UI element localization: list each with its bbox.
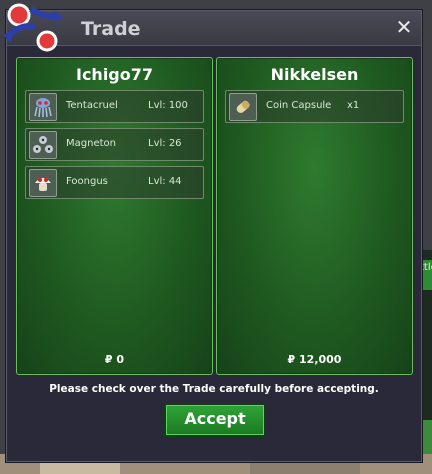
window-title: Trade xyxy=(81,18,141,40)
offer-item[interactable]: Tentacruel Lvl: 100 xyxy=(25,90,204,123)
accept-button[interactable]: Accept xyxy=(164,403,266,437)
trade-window: Trade ✕ Ichigo77 Tentacruel Lvl: 100 Mag… xyxy=(3,3,422,462)
pokemon-name: Magneton xyxy=(66,138,116,149)
offer-item[interactable]: Foongus Lvl: 44 xyxy=(25,166,204,199)
money-offer: ₽ 12,000 xyxy=(287,353,342,366)
offer-item[interactable]: Coin Capsule x1 xyxy=(225,90,404,123)
pokemon-level: Lvl: 100 xyxy=(148,100,188,111)
trade-notice: Please check over the Trade carefully be… xyxy=(49,383,379,395)
pokemon-name: Tentacruel xyxy=(66,100,118,111)
offer-list: Coin Capsule x1 xyxy=(225,90,404,128)
close-icon[interactable]: ✕ xyxy=(394,17,414,37)
offer-list: Tentacruel Lvl: 100 Magneton Lvl: 26 Foo… xyxy=(25,90,204,204)
pokemon-level: Lvl: 44 xyxy=(148,176,182,187)
my-offer-panel: Ichigo77 Tentacruel Lvl: 100 Magneton Lv… xyxy=(16,57,213,375)
pokemon-name: Foongus xyxy=(66,176,108,187)
pokemon-level: Lvl: 26 xyxy=(148,138,182,149)
magneton-icon xyxy=(29,131,57,159)
trade-logo-icon xyxy=(3,3,63,52)
trainer-name: Nikkelsen xyxy=(270,65,359,84)
item-name: Coin Capsule xyxy=(266,100,332,111)
tentacruel-icon xyxy=(29,93,57,121)
item-quantity: x1 xyxy=(347,100,360,111)
foongus-icon xyxy=(29,169,57,197)
money-offer: ₽ 0 xyxy=(104,353,125,366)
trainer-name: Ichigo77 xyxy=(75,65,154,84)
partner-offer-panel: Nikkelsen Coin Capsule x1 ₽ 12,000 xyxy=(216,57,413,375)
coin-capsule-icon xyxy=(229,93,257,121)
offer-item[interactable]: Magneton Lvl: 26 xyxy=(25,128,204,161)
